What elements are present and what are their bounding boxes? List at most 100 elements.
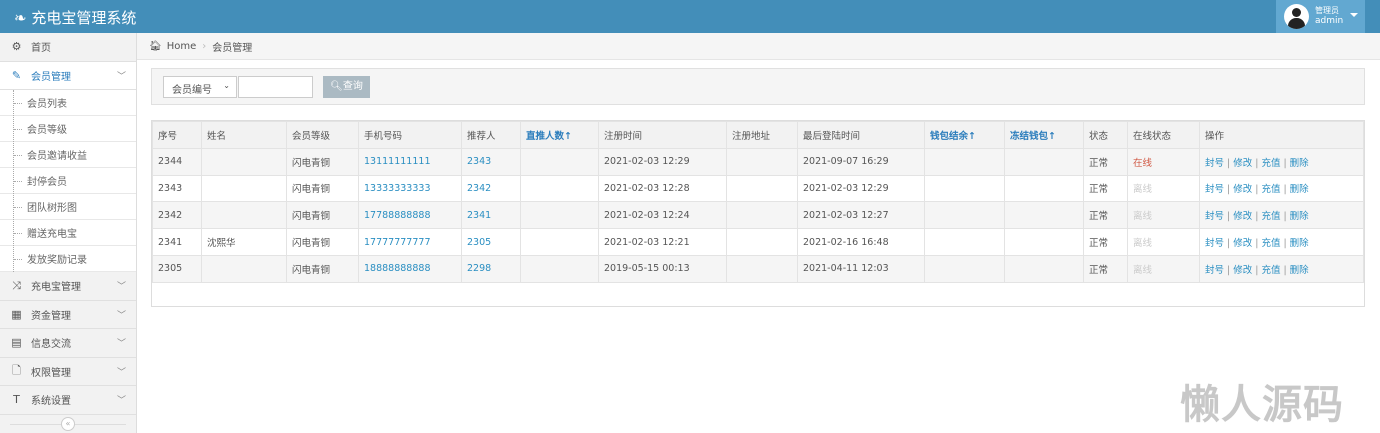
column-header[interactable]: 冻结钱包↑ <box>1004 121 1084 149</box>
chevron-down-icon: ﹀ <box>116 71 126 82</box>
referrer-link[interactable]: 2343 <box>467 156 491 167</box>
breadcrumb: 🏠︎ Home › 会员管理 <box>137 33 1380 60</box>
dashboard-icon: ⚙ <box>11 40 22 54</box>
action-link[interactable]: 封号 <box>1205 184 1224 195</box>
app-title[interactable]: ❧ 充电宝管理系统 <box>14 7 136 28</box>
action-link[interactable]: 封号 <box>1205 265 1224 276</box>
column-header: 姓名 <box>201 121 287 149</box>
calendar-icon: ▦ <box>11 307 22 321</box>
sidebar-collapse[interactable]: « <box>0 415 136 433</box>
table-row: 2341 沈熙华 闪电青铜 17777777777 2305 2021-02-03 … <box>152 228 1364 256</box>
chevron-down-icon: ﹀ <box>116 396 126 407</box>
row-actions: 封号 | 修改 | 充值 | 删除 <box>1199 201 1364 230</box>
row-actions: 封号 | 修改 | 充值 | 删除 <box>1199 147 1364 176</box>
action-link[interactable]: 修改 <box>1233 238 1252 249</box>
chevron-down-icon: ﹀ <box>116 367 126 378</box>
column-header[interactable]: 直推人数↑ <box>520 121 599 149</box>
referrer-link[interactable]: 2341 <box>467 210 491 221</box>
list-icon: ▤ <box>11 336 22 350</box>
sidebar-subitem[interactable]: 团队树形图 <box>0 194 136 220</box>
action-link[interactable]: 删除 <box>1290 238 1309 249</box>
sidebar-subitem[interactable]: 会员等级 <box>0 116 136 142</box>
sidebar-item-home[interactable]: ⚙ 首页 <box>0 33 136 62</box>
user-name: admin <box>1315 16 1344 26</box>
sidebar-subitem[interactable]: 发放奖励记录 <box>0 246 136 272</box>
action-link[interactable]: 删除 <box>1290 184 1309 195</box>
action-link[interactable]: 充值 <box>1261 184 1280 195</box>
sidebar-subitem[interactable]: 会员列表 <box>0 90 136 116</box>
online-status: 离线 <box>1127 201 1200 230</box>
user-menu[interactable]: 管理员 admin <box>1276 0 1365 33</box>
referrer-link[interactable]: 2342 <box>467 183 491 194</box>
sidebar-subitem[interactable]: 封停会员 <box>0 168 136 194</box>
phone-link[interactable]: 17788888888 <box>364 210 431 221</box>
chevron-down-icon: ﹀ <box>116 310 126 321</box>
edit-icon: ✎ <box>11 68 22 82</box>
search-bar: 会员编号 ⌄ 🔍︎查询 <box>151 68 1365 105</box>
table-row: 2344 闪电青铜 13111111111 2343 2021-02-03 12:… <box>152 147 1364 176</box>
referrer-link[interactable]: 2298 <box>467 263 491 274</box>
search-button[interactable]: 🔍︎查询 <box>323 76 370 98</box>
action-link[interactable]: 充值 <box>1261 158 1280 169</box>
double-left-icon[interactable]: « <box>61 417 75 431</box>
sidebar-item[interactable]: ▦ 资金管理 ﹀ <box>0 301 136 329</box>
phone-link[interactable]: 13333333333 <box>364 183 431 194</box>
sidebar-item[interactable]: ⤨ 充电宝管理 ﹀ <box>0 272 136 301</box>
action-link[interactable]: 封号 <box>1205 238 1224 249</box>
table-row: 2305 闪电青铜 18888888888 2298 2019-05-15 00:… <box>152 254 1364 283</box>
caret-down-icon <box>1350 13 1358 21</box>
column-header: 会员等级 <box>286 121 359 149</box>
phone-link[interactable]: 18888888888 <box>364 263 431 274</box>
chevron-down-icon: ﹀ <box>116 339 126 350</box>
row-actions: 封号 | 修改 | 充值 | 删除 <box>1199 174 1364 203</box>
online-status: 离线 <box>1127 228 1200 256</box>
column-header[interactable]: 钱包结余↑ <box>924 121 1005 149</box>
chevron-right-icon: › <box>202 40 207 52</box>
search-icon: 🔍︎ <box>330 81 343 92</box>
table-row: 2343 闪电青铜 13333333333 2342 2021-02-03 12:… <box>152 174 1364 203</box>
breadcrumb-current: 会员管理 <box>212 42 253 54</box>
sidebar-item[interactable]: T 系统设置 ﹀ <box>0 386 136 415</box>
referrer-link[interactable]: 2305 <box>467 237 491 248</box>
user-role: 管理员 <box>1315 6 1339 15</box>
column-header: 最后登陆时间 <box>797 121 925 149</box>
column-header: 序号 <box>152 121 202 149</box>
column-header: 操作 <box>1199 121 1364 149</box>
sidebar-item[interactable]: 🗋 权限管理 ﹀ <box>0 358 136 386</box>
column-header: 状态 <box>1083 121 1128 149</box>
action-link[interactable]: 修改 <box>1233 158 1252 169</box>
action-link[interactable]: 充值 <box>1261 238 1280 249</box>
action-link[interactable]: 封号 <box>1205 211 1224 222</box>
search-field-select[interactable]: 会员编号 ⌄ <box>163 76 237 98</box>
sidebar-subitem[interactable]: 赠送充电宝 <box>0 220 136 246</box>
action-link[interactable]: 充值 <box>1261 211 1280 222</box>
phone-link[interactable]: 17777777777 <box>364 237 431 248</box>
phone-link[interactable]: 13111111111 <box>364 156 431 167</box>
members-table: 序号 姓名 会员等级 手机号码 推荐人 直推人数↑ 注册时间 注册地址 最后登陆时间 钱包结余↑ 冻… <box>151 120 1365 307</box>
action-link[interactable]: 删除 <box>1290 158 1309 169</box>
random-icon: ⤨ <box>12 278 21 292</box>
search-input[interactable] <box>238 76 313 98</box>
row-actions: 封号 | 修改 | 充值 | 删除 <box>1199 254 1364 283</box>
online-status: 离线 <box>1127 174 1200 203</box>
sidebar-subitem[interactable]: 会员邀请收益 <box>0 142 136 168</box>
action-link[interactable]: 修改 <box>1233 211 1252 222</box>
breadcrumb-home[interactable]: Home <box>167 41 197 52</box>
online-status: 离线 <box>1127 254 1200 283</box>
chevron-down-icon: ﹀ <box>116 282 126 293</box>
top-navbar: ❧ 充电宝管理系统 管理员 admin <box>0 0 1380 33</box>
action-link[interactable]: 封号 <box>1205 158 1224 169</box>
action-link[interactable]: 删除 <box>1290 211 1309 222</box>
action-link[interactable]: 修改 <box>1233 265 1252 276</box>
leaf-icon: ❧ <box>14 9 32 27</box>
row-actions: 封号 | 修改 | 充值 | 删除 <box>1199 228 1364 256</box>
file-icon: 🗋 <box>12 363 21 377</box>
sidebar: ⚙ 首页 ✎ 会员管理 ﹀ 会员列表 会员等级 会员邀请收益 封停会员 团队树形图 赠送充电宝发… <box>0 33 137 433</box>
column-header: 注册地址 <box>726 121 798 149</box>
sidebar-item-members[interactable]: ✎ 会员管理 ﹀ <box>0 61 136 90</box>
action-link[interactable]: 充值 <box>1261 265 1280 276</box>
action-link[interactable]: 删除 <box>1290 265 1309 276</box>
action-link[interactable]: 修改 <box>1233 184 1252 195</box>
sidebar-item[interactable]: ▤ 信息交流 ﹀ <box>0 329 136 358</box>
avatar <box>1284 4 1309 29</box>
